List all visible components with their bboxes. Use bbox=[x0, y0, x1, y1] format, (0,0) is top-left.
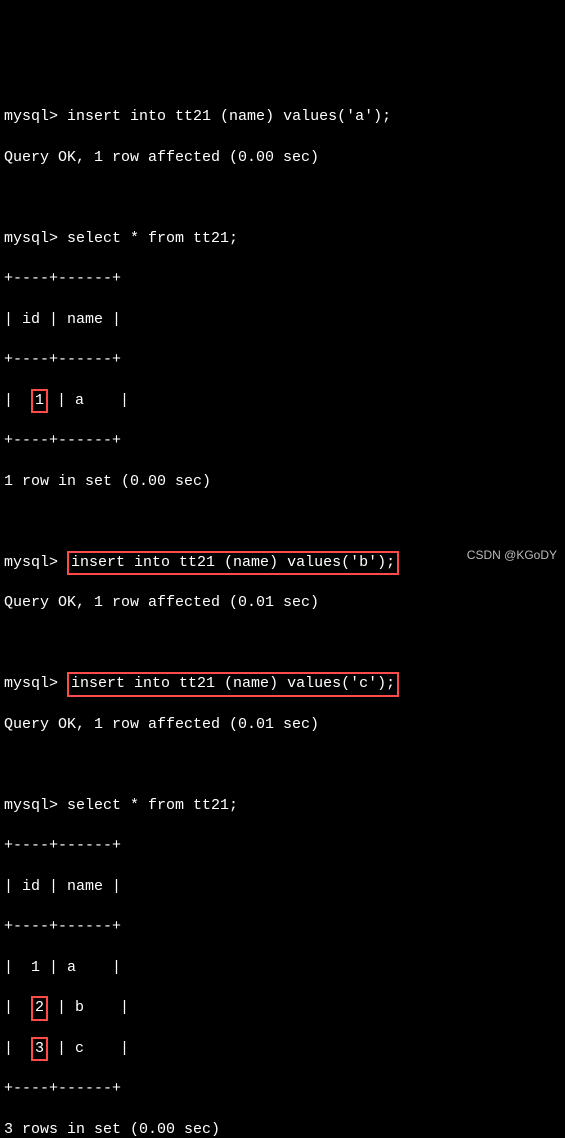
sql-insert-a: insert into tt21 (name) values('a'); bbox=[67, 108, 391, 125]
mysql-prompt: mysql> bbox=[4, 554, 58, 571]
query-response: 1 row in set (0.00 sec) bbox=[4, 472, 561, 492]
table-cell-prefix: | bbox=[4, 999, 31, 1016]
table-header-name: | name | bbox=[49, 878, 121, 895]
table-border: +----+------+ bbox=[4, 350, 561, 370]
query-response: Query OK, 1 row affected (0.01 sec) bbox=[4, 715, 561, 735]
highlighted-id-3: 3 bbox=[31, 1037, 48, 1061]
table-cell-suffix: | a | bbox=[48, 392, 129, 409]
table-header-id: | id bbox=[4, 878, 49, 895]
table-cell-prefix: | bbox=[4, 392, 31, 409]
highlighted-insert-c: insert into tt21 (name) values('c'); bbox=[67, 672, 399, 696]
table-header-id: | id bbox=[4, 311, 49, 328]
table-cell-prefix: | bbox=[4, 1040, 31, 1057]
table-row: | 1 | a | bbox=[4, 958, 561, 978]
terminal-output: mysql> insert into tt21 (name) values('a… bbox=[4, 87, 561, 1138]
table-border: +----+------+ bbox=[4, 431, 561, 451]
table-border: +----+------+ bbox=[4, 269, 561, 289]
sql-select-2: select * from tt21; bbox=[67, 797, 238, 814]
watermark-text: CSDN @KGoDY bbox=[467, 547, 557, 563]
mysql-prompt: mysql> bbox=[4, 230, 58, 247]
mysql-prompt: mysql> bbox=[4, 675, 58, 692]
table-border: +----+------+ bbox=[4, 1079, 561, 1099]
highlighted-insert-b: insert into tt21 (name) values('b'); bbox=[67, 551, 399, 575]
table-cell-suffix: | c | bbox=[48, 1040, 129, 1057]
query-response: Query OK, 1 row affected (0.00 sec) bbox=[4, 148, 561, 168]
highlighted-id-1: 1 bbox=[31, 389, 48, 413]
table-border: +----+------+ bbox=[4, 917, 561, 937]
query-response: 3 rows in set (0.00 sec) bbox=[4, 1120, 561, 1138]
mysql-prompt: mysql> bbox=[4, 797, 58, 814]
sql-select-1: select * from tt21; bbox=[67, 230, 238, 247]
mysql-prompt: mysql> bbox=[4, 108, 58, 125]
table-header-name: | name | bbox=[49, 311, 121, 328]
highlighted-id-2: 2 bbox=[31, 996, 48, 1020]
table-border: +----+------+ bbox=[4, 836, 561, 856]
query-response: Query OK, 1 row affected (0.01 sec) bbox=[4, 593, 561, 613]
table-cell-suffix: | b | bbox=[48, 999, 129, 1016]
